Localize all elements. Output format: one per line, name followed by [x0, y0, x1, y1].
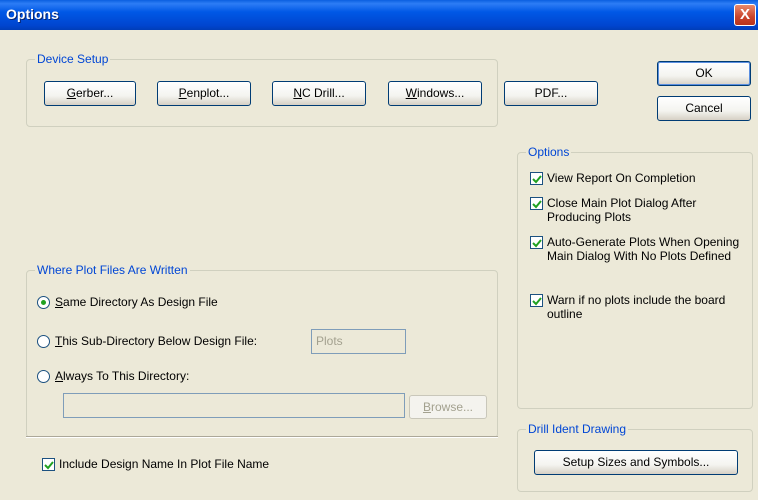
check-icon [532, 297, 542, 306]
device-setup-group: Device Setup Gerber... Penplot... NC Dri… [26, 52, 598, 127]
gerber-button[interactable]: Gerber... [44, 81, 136, 106]
always-directory-radio[interactable]: Always To This Directory: [37, 369, 189, 383]
check-icon [532, 200, 542, 209]
drill-ident-group: Drill Ident Drawing Setup Sizes and Symb… [517, 422, 753, 492]
radio-selected-dot [41, 299, 46, 305]
sub-directory-radio[interactable]: This Sub-Directory Below Design File: [37, 334, 257, 348]
checkbox-box[interactable] [530, 197, 543, 210]
check-icon [532, 175, 542, 184]
ok-button[interactable]: OK [657, 61, 751, 86]
checkbox-box[interactable] [530, 294, 543, 307]
windows-button[interactable]: Windows... [388, 81, 482, 106]
pdf-button[interactable]: PDF... [504, 81, 598, 106]
check-icon [44, 461, 54, 470]
include-design-name-checkbox[interactable]: Include Design Name In Plot File Name [42, 457, 269, 471]
title-bar[interactable]: Options X [0, 0, 758, 30]
dialog-title: Options [6, 6, 59, 22]
always-directory-input[interactable] [63, 393, 405, 418]
separator [26, 436, 498, 438]
setup-sizes-button[interactable]: Setup Sizes and Symbols... [534, 450, 738, 475]
radio-circle[interactable] [37, 295, 50, 309]
drill-ident-legend: Drill Ident Drawing [526, 422, 629, 436]
where-plot-files-legend: Where Plot Files Are Written [35, 263, 190, 277]
check-icon [532, 239, 542, 248]
checkbox-box[interactable] [42, 458, 55, 471]
close-icon: X [739, 6, 750, 23]
checkbox-box[interactable] [530, 172, 543, 185]
options-legend: Options [526, 145, 572, 159]
close-button[interactable]: X [734, 4, 756, 26]
where-plot-files-group: Where Plot Files Are Written Same Direct… [26, 263, 498, 438]
sub-directory-input[interactable]: Plots [311, 329, 406, 354]
radio-circle[interactable] [37, 369, 50, 383]
cancel-button[interactable]: Cancel [657, 96, 751, 121]
warn-no-outline-checkbox[interactable]: Warn if no plots include the board outli… [530, 293, 740, 321]
close-main-plot-checkbox[interactable]: Close Main Plot Dialog After Producing P… [530, 196, 740, 224]
penplot-button[interactable]: Penplot... [157, 81, 251, 106]
options-dialog: Options X Device Setup Gerber... Penplot… [0, 0, 758, 500]
checkbox-box[interactable] [530, 236, 543, 249]
auto-generate-plots-checkbox[interactable]: Auto-Generate Plots When Opening Main Di… [530, 235, 740, 263]
view-report-checkbox[interactable]: View Report On Completion [530, 171, 740, 185]
options-group: Options View Report On Completion Close … [517, 145, 753, 409]
radio-circle[interactable] [37, 334, 50, 348]
same-directory-radio[interactable]: Same Directory As Design File [37, 295, 218, 309]
browse-button[interactable]: Browse... [409, 395, 487, 419]
device-setup-legend: Device Setup [35, 52, 111, 66]
nc-drill-button[interactable]: NC Drill... [272, 81, 366, 106]
